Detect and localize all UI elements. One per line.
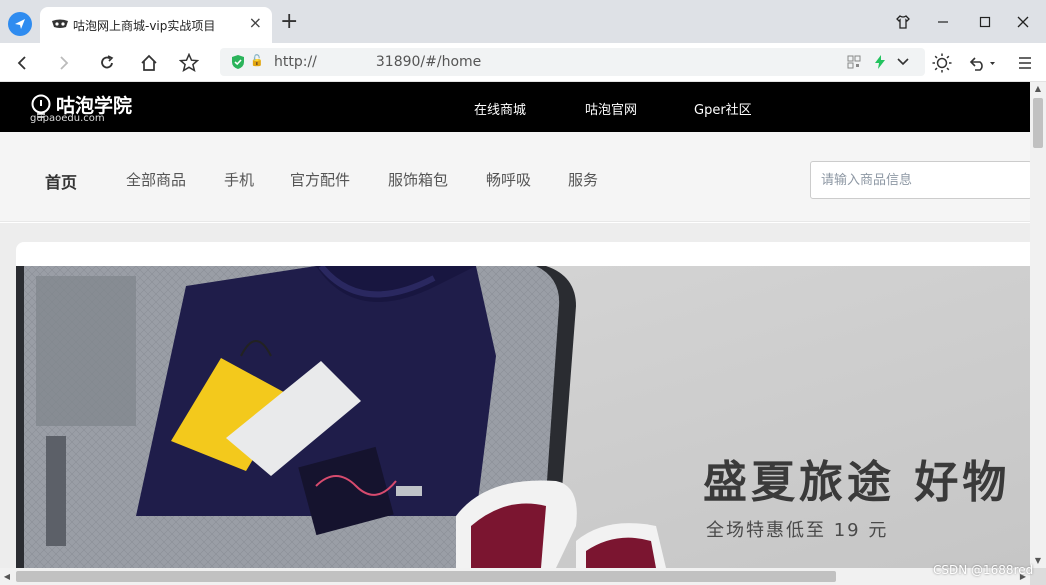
horizontal-scrollbar[interactable]: ◀ ▶ bbox=[0, 568, 1030, 585]
nav-item-accessories[interactable]: 官方配件 bbox=[290, 169, 350, 190]
tab-title: 咕泡网上商城-vip实战项目 bbox=[73, 19, 216, 33]
menu-icon[interactable] bbox=[1013, 51, 1037, 75]
banner-card[interactable]: 盛夏旅途 好物 全场特惠低至 19 元 bbox=[16, 242, 1030, 568]
minimize-icon[interactable] bbox=[931, 10, 955, 34]
nav-item-apparel-bags[interactable]: 服饰箱包 bbox=[388, 169, 448, 190]
lightning-icon[interactable] bbox=[873, 55, 887, 69]
nav-item-breathe[interactable]: 畅呼吸 bbox=[486, 169, 531, 190]
browser-tab-bar: 咕泡网上商城-vip实战项目 × + bbox=[0, 0, 1046, 43]
browser-toolbar: 🔓 http:// 31890/#/home bbox=[0, 43, 1046, 112]
shirt-icon[interactable] bbox=[891, 10, 915, 34]
brightness-icon[interactable] bbox=[930, 51, 954, 75]
nav-item-all-products[interactable]: 全部商品 bbox=[126, 169, 186, 190]
header-link-gper-community[interactable]: Gper社区 bbox=[694, 99, 752, 118]
product-search-input[interactable] bbox=[810, 161, 1032, 199]
scroll-up-arrow-icon[interactable]: ▲ bbox=[1030, 82, 1046, 96]
scroll-left-arrow-icon[interactable]: ◀ bbox=[0, 568, 14, 585]
tab-close-icon[interactable]: × bbox=[249, 14, 262, 32]
nav-item-home[interactable]: 首页 bbox=[45, 169, 77, 193]
nav-item-service[interactable]: 服务 bbox=[568, 169, 598, 190]
url-text[interactable]: http:// 31890/#/home bbox=[274, 54, 481, 70]
back-icon[interactable] bbox=[10, 51, 34, 75]
site-header: 咕泡学院 gupaoedu.com 在线商城 咕泡官网 Gper社区 bbox=[0, 82, 1030, 132]
vertical-scrollbar[interactable]: ▲ ▼ bbox=[1030, 82, 1046, 568]
new-tab-button[interactable]: + bbox=[280, 11, 298, 33]
home-icon[interactable] bbox=[137, 51, 161, 75]
window-close-icon[interactable] bbox=[1011, 10, 1035, 34]
undo-dropdown-icon[interactable] bbox=[968, 51, 998, 75]
nav-item-phones[interactable]: 手机 bbox=[224, 169, 254, 190]
maximize-icon[interactable] bbox=[973, 10, 997, 34]
header-link-online-mall[interactable]: 在线商城 bbox=[474, 99, 526, 118]
header-link-official-site[interactable]: 咕泡官网 bbox=[585, 99, 637, 118]
url-prefix: http:// bbox=[274, 54, 317, 70]
banner-headline: 盛夏旅途 好物 bbox=[703, 457, 1011, 508]
site-logo[interactable]: 咕泡学院 gupaoedu.com bbox=[30, 91, 150, 125]
forward-icon[interactable] bbox=[52, 51, 76, 75]
watermark: CSDN @1688red bbox=[933, 563, 1034, 577]
mask-favicon-icon bbox=[52, 19, 68, 28]
reload-icon[interactable] bbox=[95, 51, 119, 75]
browser-logo-icon[interactable] bbox=[8, 12, 32, 36]
bookmark-star-icon[interactable] bbox=[177, 51, 201, 75]
active-tab[interactable]: 咕泡网上商城-vip实战项目 × bbox=[40, 7, 272, 43]
vertical-scroll-thumb[interactable] bbox=[1033, 98, 1043, 148]
banner-subline: 全场特惠低至 19 元 bbox=[706, 520, 889, 541]
address-bar[interactable]: 🔓 http:// 31890/#/home bbox=[220, 48, 925, 76]
category-nav: 首页 全部商品 手机 官方配件 服饰箱包 畅呼吸 服务 bbox=[0, 132, 1032, 222]
horizontal-scroll-thumb[interactable] bbox=[16, 571, 836, 582]
logo-domain: gupaoedu.com bbox=[30, 113, 105, 124]
chevron-down-icon[interactable] bbox=[896, 56, 910, 68]
insecure-lock-icon: 🔓 bbox=[250, 54, 264, 67]
shield-icon bbox=[232, 55, 244, 69]
qr-code-icon[interactable] bbox=[847, 55, 861, 69]
url-suffix: 31890/#/home bbox=[375, 54, 482, 70]
